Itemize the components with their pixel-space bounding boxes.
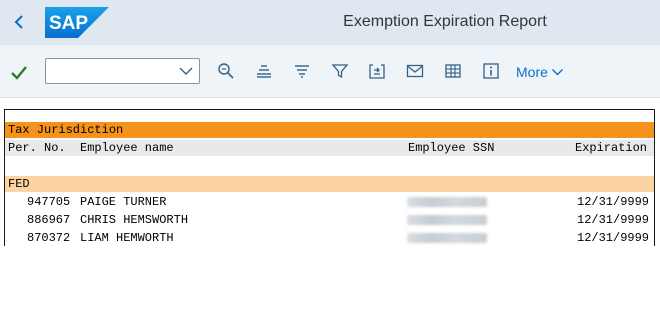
table-row[interactable]: 870372 LIAM HEMWORTH 12/31/9999 (5, 230, 654, 246)
redacted-ssn (407, 233, 487, 243)
name-cell: CHRIS HEMSWORTH (80, 213, 189, 227)
column-header-row: Per. No. Employee name Employee SSN Expi… (5, 140, 654, 156)
filter-icon (331, 64, 349, 79)
table-row[interactable]: 886967 CHRIS HEMSWORTH 12/31/9999 (5, 212, 654, 228)
export-button[interactable] (365, 60, 389, 82)
sort-button[interactable] (290, 60, 314, 82)
redacted-ssn (407, 215, 487, 225)
column-header-name[interactable]: Employee name (80, 140, 174, 156)
name-cell: LIAM HEMWORTH (80, 231, 174, 245)
column-header-expiration[interactable]: Expiration (575, 140, 647, 156)
search-icon (218, 63, 234, 79)
expiration-cell: 12/31/9999 (577, 195, 650, 209)
execute-button[interactable] (8, 62, 30, 84)
mail-icon (406, 64, 424, 78)
group-row: FED (5, 176, 654, 192)
report-list: Tax Jurisdiction Per. No. Employee name … (4, 109, 655, 246)
sort-icon (295, 65, 309, 78)
page-title: Exemption Expiration Report (343, 13, 547, 30)
spreadsheet-icon (445, 64, 461, 78)
svg-text:SAP: SAP (49, 13, 88, 34)
pernr-cell: 886967 (27, 213, 71, 227)
more-label: More (516, 64, 548, 80)
redacted-ssn (407, 197, 487, 207)
column-header-pernr[interactable]: Per. No. (8, 140, 66, 156)
information-button[interactable] (479, 60, 503, 82)
pernr-cell: 870372 (27, 231, 71, 245)
expiration-cell: 12/31/9999 (577, 231, 650, 245)
name-cell: PAIGE TURNER (80, 195, 167, 209)
find-button[interactable] (214, 60, 238, 82)
filter-button[interactable] (328, 60, 352, 82)
group-header-row: Tax Jurisdiction (5, 122, 654, 138)
pernr-cell: 947705 (27, 195, 71, 209)
sap-logo[interactable]: SAP (45, 7, 109, 38)
chevron-down-icon (551, 69, 563, 76)
group-label: FED (8, 177, 30, 191)
info-icon (483, 63, 499, 79)
send-mail-button[interactable] (403, 60, 427, 82)
center-align-button[interactable] (252, 60, 276, 82)
chevron-left-icon (14, 15, 23, 29)
toolbar: More (0, 45, 660, 98)
align-center-icon (257, 65, 271, 78)
table-row[interactable]: 947705 PAIGE TURNER 12/31/9999 (5, 194, 654, 210)
spreadsheet-button[interactable] (441, 60, 465, 82)
variant-select[interactable] (45, 58, 200, 84)
export-icon (369, 64, 385, 79)
more-button[interactable]: More (516, 62, 564, 82)
checkmark-icon (11, 66, 27, 80)
column-header-ssn[interactable]: Employee SSN (408, 140, 494, 156)
expiration-cell: 12/31/9999 (577, 213, 650, 227)
group-header-label: Tax Jurisdiction (8, 123, 124, 137)
back-button[interactable] (6, 9, 32, 35)
shell-header: SAP Exemption Expiration Report (0, 0, 660, 45)
